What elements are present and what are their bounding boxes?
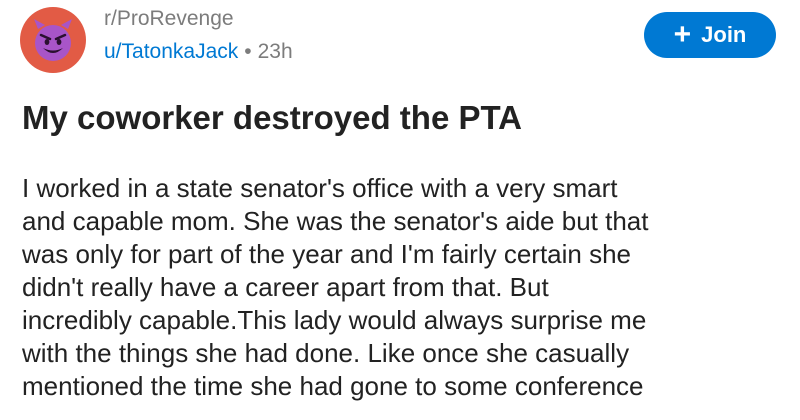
author-username[interactable]: u/TatonkaJack	[104, 40, 238, 63]
devil-face-icon	[34, 19, 72, 61]
subreddit-avatar[interactable]	[20, 7, 86, 73]
body-line: with the things she had done. Like once …	[22, 338, 630, 368]
subreddit-name[interactable]: r/ProRevenge	[104, 6, 293, 32]
body-line: mentioned the time she had gone to some …	[22, 371, 644, 401]
body-line: I worked in a state senator's office wit…	[22, 173, 618, 203]
body-line: didn't really have a career apart from t…	[22, 272, 549, 302]
post-age: 23h	[257, 40, 293, 63]
author-line: u/TatonkaJack • 23h	[104, 38, 293, 66]
plus-icon: +	[673, 18, 692, 51]
meta-separator: •	[244, 40, 252, 63]
join-button[interactable]: + Join	[644, 12, 776, 58]
body-line: incredibly capable.This lady would alway…	[22, 305, 647, 335]
join-label: Join	[701, 22, 747, 47]
post-body: I worked in a state senator's office wit…	[22, 172, 792, 403]
post-title[interactable]: My coworker destroyed the PTA	[22, 96, 522, 140]
body-line: was only for part of the year and I'm fa…	[22, 239, 632, 269]
post-meta: r/ProRevenge u/TatonkaJack • 23h	[104, 6, 293, 66]
body-line: and capable mom. She was the senator's a…	[22, 206, 649, 236]
